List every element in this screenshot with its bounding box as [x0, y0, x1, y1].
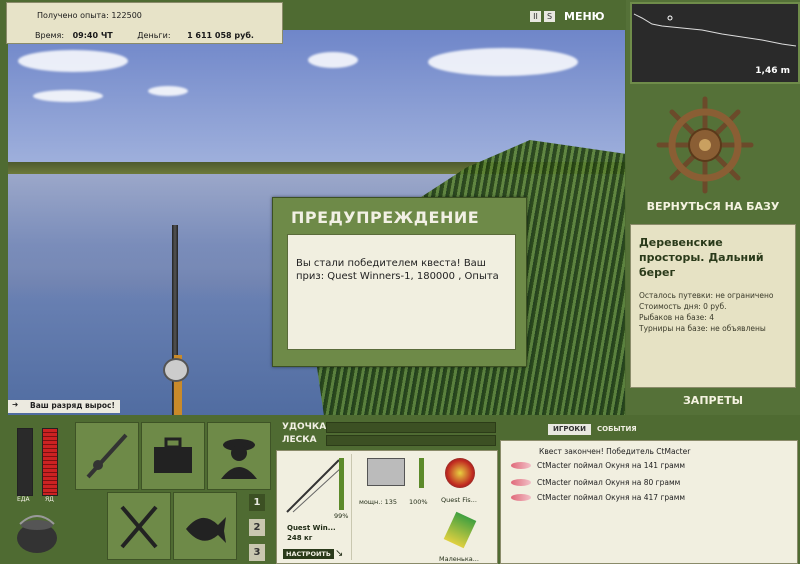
top-controls: II S МЕНЮ — [530, 6, 625, 28]
food-label: ЕДА — [17, 496, 30, 503]
money-label: Деньги: — [137, 31, 171, 40]
line-bar-label: ЛЕСКА — [282, 435, 317, 445]
warning-dialog[interactable]: ПРЕДУПРЕЖДЕНИЕ Вы стали победителем квес… — [272, 197, 527, 367]
bans-button[interactable]: ЗАПРЕТЫ — [626, 394, 800, 407]
events-panel: Квест закончен! Победитель CtMacter CtMa… — [500, 440, 798, 564]
lure-slot-1[interactable]: Quest Fis... — [435, 454, 493, 504]
lure-slot-2[interactable]: Маленька... — [435, 511, 493, 563]
event-item: CtMacter поймал Окуня на 141 грамм — [537, 461, 686, 470]
tab-events[interactable]: СОБЫТИЯ — [592, 424, 642, 435]
rod-bar — [326, 422, 496, 433]
location-info-line: Турниры на базе: не объявлены — [639, 324, 766, 333]
rod-percent: 99% — [334, 512, 349, 520]
line-bar — [326, 435, 496, 446]
reel[interactable] — [163, 358, 189, 382]
ship-wheel-icon[interactable] — [655, 95, 755, 195]
rod-condition-bar — [339, 458, 344, 510]
food-gauge — [17, 428, 33, 496]
menu-button[interactable]: МЕНЮ — [564, 10, 605, 23]
dialog-message: Вы стали победителем квеста! Ваш приз: Q… — [296, 258, 499, 282]
fish-icon — [511, 494, 531, 501]
poison-label: ЯД — [45, 496, 54, 503]
location-info-line: Стоимость дня: 0 руб. — [639, 302, 727, 311]
reel-slot[interactable]: мощн.: 135 100% — [357, 454, 431, 514]
event-item: Квест закончен! Победитель CtMacter — [539, 447, 691, 456]
experience-label: Получено опыта: — [37, 11, 109, 20]
fishing-rod-icon — [86, 433, 128, 479]
player-info-panel: Получено опыта: 122500 Время: 09:40 ЧТ Д… — [6, 2, 283, 44]
reel-icon — [367, 458, 405, 486]
rod-bar-label: УДОЧКА — [282, 422, 327, 432]
rod-tile[interactable] — [75, 422, 139, 490]
fisherman-tile[interactable] — [207, 422, 271, 490]
expand-arrow-icon[interactable]: ↘ — [335, 548, 343, 559]
time-label: Время: — [35, 31, 65, 40]
float-marker — [667, 15, 673, 21]
rod-slot[interactable]: 99% Quest Win... 248 кг НАСТРОИТЬ ↘ — [279, 454, 352, 560]
depth-value: 1,46 m — [755, 66, 790, 76]
tune-button[interactable]: НАСТРОИТЬ — [283, 549, 334, 559]
reel-power: мощн.: 135 — [359, 498, 397, 506]
fish-icon — [511, 479, 531, 486]
notification-text: Ваш разряд вырос! — [30, 401, 115, 410]
money-value: 1 611 058 руб. — [187, 31, 254, 40]
fishing-rod-icon — [286, 459, 342, 513]
tab-players[interactable]: ИГРОКИ — [548, 424, 591, 435]
kettle-icon[interactable] — [12, 510, 62, 556]
fish-icon — [511, 462, 531, 469]
event-item: CtMacter поймал Окуня на 417 грамм — [537, 493, 686, 502]
location-title: Деревенские просторы. Дальний берег — [639, 236, 764, 279]
dialog-body: Вы стали победителем квеста! Ваш приз: Q… — [287, 234, 516, 350]
location-info-line: Осталось путевки: не ограничено — [639, 291, 774, 300]
lure-1-name: Quest Fis... — [441, 496, 477, 504]
food-tile[interactable] — [107, 492, 171, 560]
notification-bar[interactable]: ➜ Ваш разряд вырос! — [8, 400, 120, 413]
rod-name: Quest Win... — [287, 524, 336, 532]
fish-tile[interactable] — [173, 492, 237, 560]
tab-3[interactable]: 3 — [249, 544, 265, 561]
experience-value: 122500 — [111, 11, 142, 20]
location-info-line: Рыбаков на базе: 4 — [639, 313, 714, 322]
fish-icon — [186, 517, 226, 543]
tackle-box-icon — [154, 437, 192, 473]
arrow-icon: ➜ — [12, 400, 19, 409]
location-panel: Деревенские просторы. Дальний берег Оста… — [630, 224, 796, 388]
tab-2[interactable]: 2 — [249, 519, 265, 536]
time-value: 09:40 ЧТ — [72, 31, 113, 40]
tab-1[interactable]: 1 — [249, 494, 265, 511]
tension-bars: УДОЧКА ЛЕСКА — [276, 420, 496, 448]
poison-gauge — [42, 428, 58, 496]
event-item: CtMacter поймал Окуня на 80 грамм — [537, 478, 681, 487]
lure-icon — [443, 511, 477, 549]
return-to-base-button[interactable]: ВЕРНУТЬСЯ НА БАЗУ — [626, 200, 800, 213]
lure-icon — [445, 458, 475, 488]
reel-condition-bar — [419, 458, 424, 488]
pause-button[interactable]: II — [530, 11, 541, 22]
tackle-panel: 99% Quest Win... 248 кг НАСТРОИТЬ ↘ мощн… — [276, 450, 498, 564]
reel-percent: 100% — [409, 498, 428, 506]
cutlery-icon — [120, 505, 158, 549]
depth-chart: 1,46 m — [630, 2, 800, 84]
rod-weight: 248 кг — [287, 534, 313, 542]
sound-button[interactable]: S — [544, 11, 555, 22]
tackle-box-tile[interactable] — [141, 422, 205, 490]
fisherman-icon — [221, 439, 257, 479]
dialog-title: ПРЕДУПРЕЖДЕНИЕ — [291, 208, 480, 227]
